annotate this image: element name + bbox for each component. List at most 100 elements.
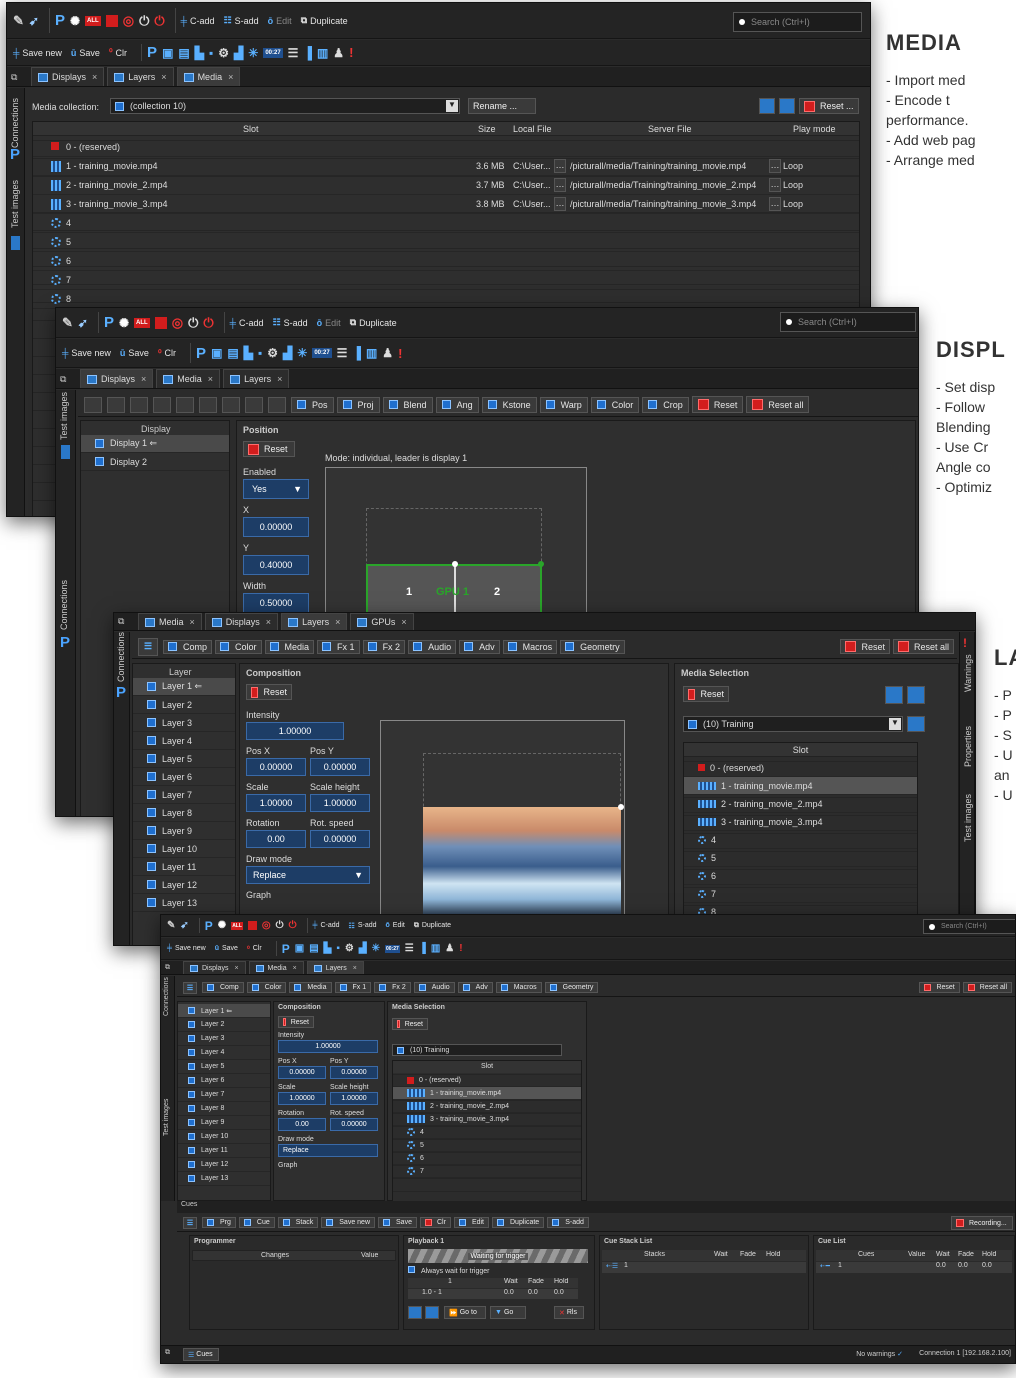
all-badge-icon[interactable]: ALL (231, 921, 243, 930)
reset-button[interactable]: Reset (278, 1016, 314, 1028)
slot-item[interactable]: 2 - training_movie_2.mp4 (393, 1100, 581, 1113)
slot-item[interactable]: 4 (393, 1126, 581, 1139)
connections-tab[interactable]: Connections (163, 977, 170, 1016)
layer-item[interactable]: Layer 13 (178, 1172, 270, 1186)
layer-item[interactable]: Layer 4 (133, 732, 235, 750)
test-images-tab[interactable]: Test images (163, 1099, 170, 1136)
collection-select[interactable]: (10) Training (392, 1044, 562, 1056)
tool-fx-2-button[interactable]: Fx 2 (362, 639, 406, 654)
power-red-icon[interactable]: ⏻ (154, 13, 164, 29)
clr-button[interactable]: ⁰ Clr (247, 945, 262, 953)
browse-button[interactable]: … (554, 178, 566, 192)
tool-stack-button[interactable]: Stack (277, 1217, 319, 1228)
tool-color-button[interactable]: Color (215, 639, 262, 654)
tool-macros-button[interactable]: Macros (502, 639, 558, 654)
tool-media-button[interactable]: Media (264, 639, 315, 654)
tool-proj-button[interactable]: Proj (336, 396, 380, 413)
layer-item[interactable]: Layer 13 (133, 894, 235, 912)
pen-icon[interactable]: ✎ (167, 920, 175, 931)
layers-icon[interactable]: ▟ (359, 943, 367, 954)
handle[interactable] (452, 561, 458, 567)
edit-button[interactable]: ō Edit (268, 16, 292, 26)
gear-icon[interactable]: ⚙ (218, 46, 229, 60)
release-button[interactable]: ✕ Rls (554, 1306, 584, 1319)
reset-button[interactable]: Reset (683, 686, 729, 702)
s-add-button[interactable]: ☷ S-add (349, 922, 377, 930)
goto-button[interactable]: ⏩ Go to (444, 1306, 486, 1319)
duplicate-button[interactable]: ⧉ Duplicate (350, 317, 397, 328)
warnings-tab[interactable]: Warnings (963, 654, 973, 692)
tab-displays[interactable]: Displays × (80, 369, 154, 388)
power-red-icon[interactable]: ⏻ (289, 920, 297, 931)
folder-icon[interactable]: ▙ (195, 46, 204, 60)
collection-select[interactable]: (10) Training ▼ (683, 716, 903, 732)
p-icon[interactable]: P (196, 345, 206, 362)
search-icon[interactable] (408, 1306, 422, 1319)
save-new-button[interactable]: ╪ Save new (62, 348, 111, 358)
layer-item[interactable]: Layer 11 (133, 858, 235, 876)
warning-icon[interactable]: ! (349, 45, 353, 60)
all-badge-icon[interactable]: ALL (85, 15, 101, 26)
connections-tab[interactable]: Connections (116, 632, 126, 682)
layer-item[interactable]: Layer 6 (178, 1074, 270, 1088)
layers-icon[interactable]: ▟ (283, 346, 292, 360)
scale-height-field[interactable]: 1.00000 (330, 1092, 378, 1105)
menu-icon[interactable] (84, 396, 102, 413)
test-images-tab[interactable]: Test images (963, 794, 973, 842)
layer-item[interactable]: Layer 7 (133, 786, 235, 804)
draw-mode-select[interactable]: Replace ▼ (246, 866, 370, 884)
monitor-icon[interactable] (130, 396, 148, 413)
search-input[interactable]: Search (Ctrl+I) (780, 312, 916, 332)
arrange-icon[interactable] (268, 396, 286, 413)
restore-icon[interactable]: ⧉ (11, 72, 21, 83)
list-icon[interactable]: ▤ (178, 46, 189, 60)
layer-item[interactable]: Layer 9 (178, 1116, 270, 1130)
cues-bottom-tab[interactable]: ☰ Cues (183, 1348, 219, 1361)
stack-row[interactable]: ⇠☰ 1 (602, 1262, 806, 1273)
layers-icon[interactable]: ▟ (234, 46, 243, 60)
tool-reset-all-button[interactable]: Reset all (962, 982, 1012, 993)
tab-layers[interactable]: Layers × (306, 961, 364, 974)
tool-geometry-button[interactable]: Geometry (544, 982, 599, 993)
slot-item[interactable]: 5 (393, 1139, 581, 1152)
restore-icon[interactable]: ⧉ (118, 616, 128, 627)
dot-icon[interactable] (222, 396, 240, 413)
save-new-button[interactable]: ╪ Save new (13, 48, 62, 58)
stop-icon[interactable] (105, 14, 118, 27)
p-icon[interactable]: P (104, 314, 114, 331)
play-mode[interactable]: Loop (783, 199, 803, 209)
grid-view-icon[interactable] (885, 686, 903, 704)
tool-reset-button[interactable]: Reset (919, 982, 960, 993)
layer-item[interactable]: Layer 9 (133, 822, 235, 840)
tool-comp-button[interactable]: Comp (163, 639, 213, 654)
record-icon[interactable]: ◎ (262, 920, 271, 931)
table-row[interactable]: 7 (33, 271, 859, 290)
user-icon[interactable]: ♟ (333, 46, 344, 60)
network-icon[interactable]: ✳ (372, 943, 380, 954)
power-icon[interactable]: ⏻ (139, 13, 149, 29)
slot-item[interactable]: 1 - training_movie.mp4 (393, 1087, 581, 1100)
layer-item[interactable]: Layer 4 (178, 1046, 270, 1060)
tool-crop-button[interactable]: Crop (642, 396, 689, 413)
c-add-button[interactable]: ╪ C-add (181, 16, 215, 26)
layer-item[interactable]: Layer 10 (133, 840, 235, 858)
c-add-button[interactable]: ╪ C-add (313, 922, 340, 929)
tool-color-button[interactable]: Color (246, 982, 287, 993)
menu-icon[interactable]: ☰ (337, 346, 348, 360)
posx-field[interactable]: 0.00000 (278, 1066, 326, 1079)
table-row[interactable]: 3 - training_movie_3.mp4 3.8 MB C:\User...… (33, 195, 859, 214)
chart-icon[interactable]: ▥ (317, 46, 328, 60)
save-button[interactable]: ū Save (71, 48, 100, 58)
duplicate-button[interactable]: ⧉ Duplicate (301, 15, 348, 26)
table-row[interactable]: 4 (33, 214, 859, 233)
layer-item[interactable]: Layer 8 (178, 1102, 270, 1116)
y-field[interactable]: 0.40000 (243, 555, 309, 575)
cursor-icon[interactable]: ➹ (29, 14, 39, 28)
search-input[interactable]: Search (Ctrl+I) (923, 919, 1015, 934)
timer-icon[interactable]: 00:27 (263, 47, 283, 58)
tool-adv-button[interactable]: Adv (457, 982, 493, 993)
layer-item[interactable]: Layer 5 (178, 1060, 270, 1074)
posx-field[interactable]: 0.00000 (246, 758, 306, 776)
s-add-button[interactable]: ☷ S-add (273, 317, 308, 328)
monitor-icon[interactable]: ▪ (336, 943, 340, 954)
